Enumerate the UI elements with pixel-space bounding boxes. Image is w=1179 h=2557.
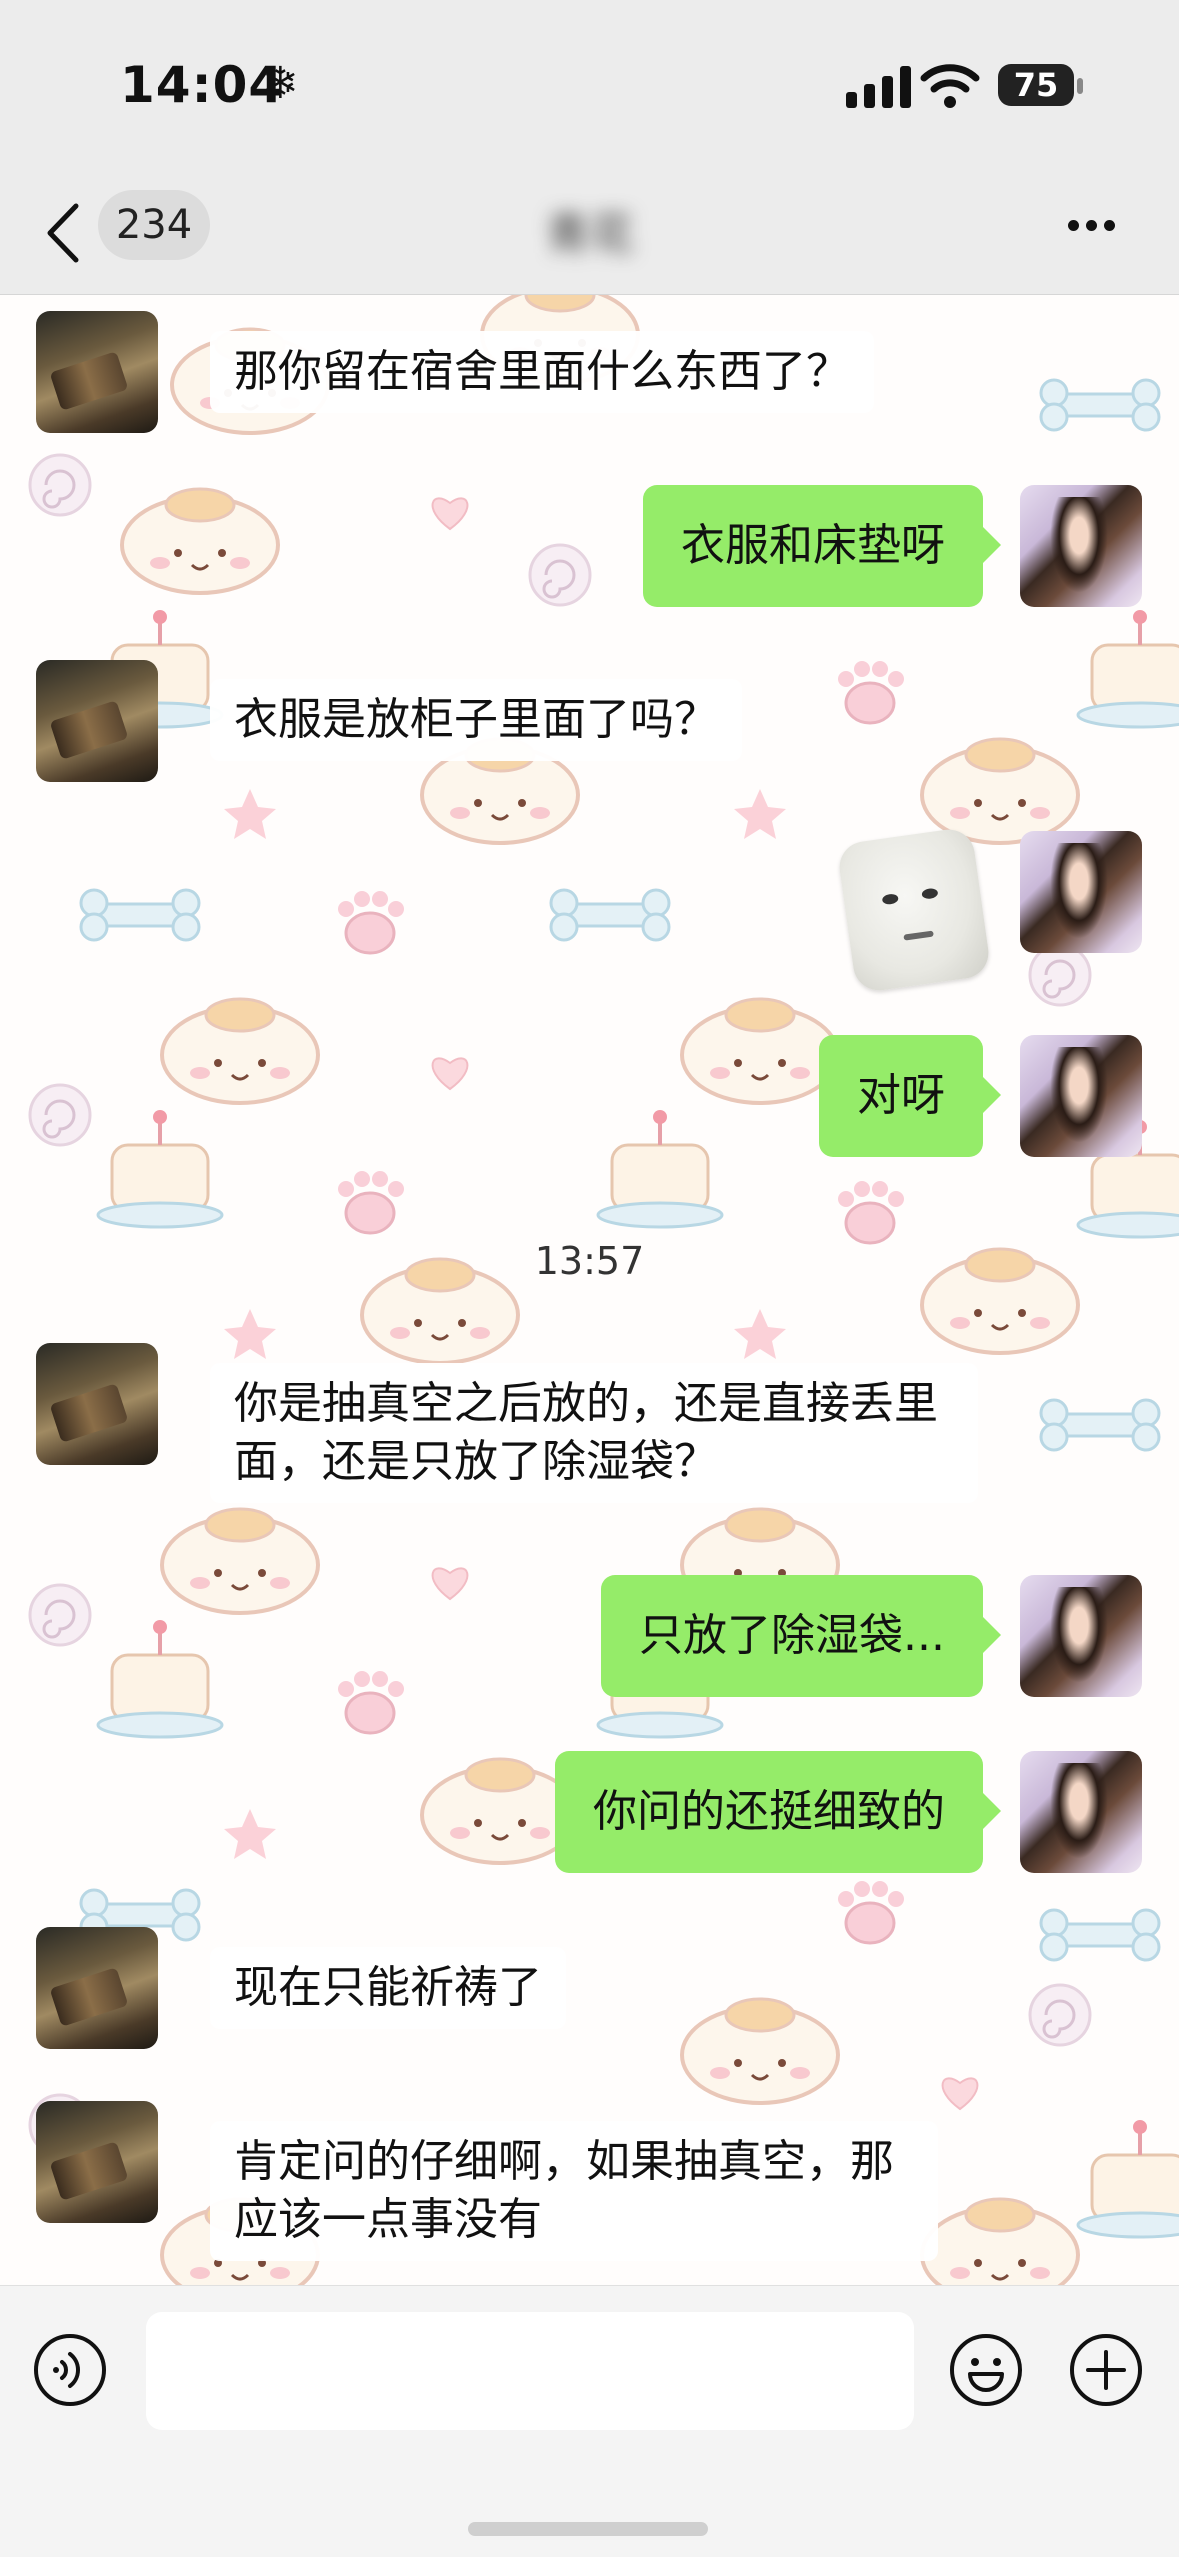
my-avatar[interactable] <box>1020 1035 1142 1157</box>
timestamp-divider: 13:57 <box>534 1239 645 1283</box>
contact-avatar[interactable] <box>36 2101 158 2223</box>
sent-message-bubble[interactable]: 只放了除湿袋... <box>601 1575 1001 1697</box>
sent-message-bubble[interactable]: 衣服和床垫呀 <box>643 485 1001 607</box>
received-message[interactable]: 肯定问的仔细啊，如果抽真空，那应该一点事没有 <box>210 2121 938 2261</box>
chat-header: 234 青花 <box>0 170 1179 295</box>
sent-message-bubble[interactable]: 对呀 <box>819 1035 1001 1157</box>
received-message[interactable]: 现在只能祈祷了 <box>210 1947 566 2029</box>
contact-name-title: 青花 <box>546 209 634 260</box>
contact-avatar[interactable] <box>36 660 158 782</box>
my-avatar[interactable] <box>1020 1751 1142 1873</box>
wifi-icon <box>920 64 980 108</box>
ellipsis-icon[interactable] <box>1062 214 1122 234</box>
battery-icon: 75 <box>998 64 1074 106</box>
received-message[interactable]: 那你留在宿舍里面什么东西了？ <box>210 331 874 413</box>
my-avatar[interactable] <box>1020 831 1142 953</box>
contact-avatar[interactable] <box>36 1343 158 1465</box>
status-time: 14:04 <box>120 56 285 114</box>
received-message[interactable]: 你是抽真空之后放的，还是直接丢里面，还是只放了除湿袋？ <box>210 1363 978 1503</box>
chat-message-list[interactable]: 那你留在宿舍里面什么东西了？ 衣服和床垫呀 衣服是放柜子里面了吗？ 对呀 13:… <box>0 295 1179 2285</box>
sent-message-bubble[interactable]: 你问的还挺细致的 <box>555 1751 1001 1873</box>
chat-wallpaper <box>28 295 1179 2285</box>
status-bar: 14:04 ❄ 75 <box>0 0 1179 170</box>
received-message[interactable]: 衣服是放柜子里面了吗？ <box>210 679 742 761</box>
plus-icon[interactable] <box>1068 2332 1144 2408</box>
voice-icon[interactable] <box>32 2332 108 2408</box>
contact-avatar[interactable] <box>36 311 158 433</box>
contact-avatar[interactable] <box>36 1927 158 2049</box>
my-avatar[interactable] <box>1020 1575 1142 1697</box>
tofu-face-sticker[interactable] <box>836 826 992 994</box>
emoji-icon[interactable] <box>948 2332 1024 2408</box>
battery-cap <box>1077 78 1083 94</box>
chevron-left-icon[interactable] <box>40 198 90 268</box>
weather-snow-icon: ❄ <box>262 58 299 109</box>
cellular-signal-icon <box>846 64 912 108</box>
message-input[interactable] <box>146 2312 914 2430</box>
my-avatar[interactable] <box>1020 485 1142 607</box>
home-indicator <box>468 2522 708 2536</box>
input-bar <box>0 2285 1179 2557</box>
unread-count-badge[interactable]: 234 <box>98 190 210 260</box>
